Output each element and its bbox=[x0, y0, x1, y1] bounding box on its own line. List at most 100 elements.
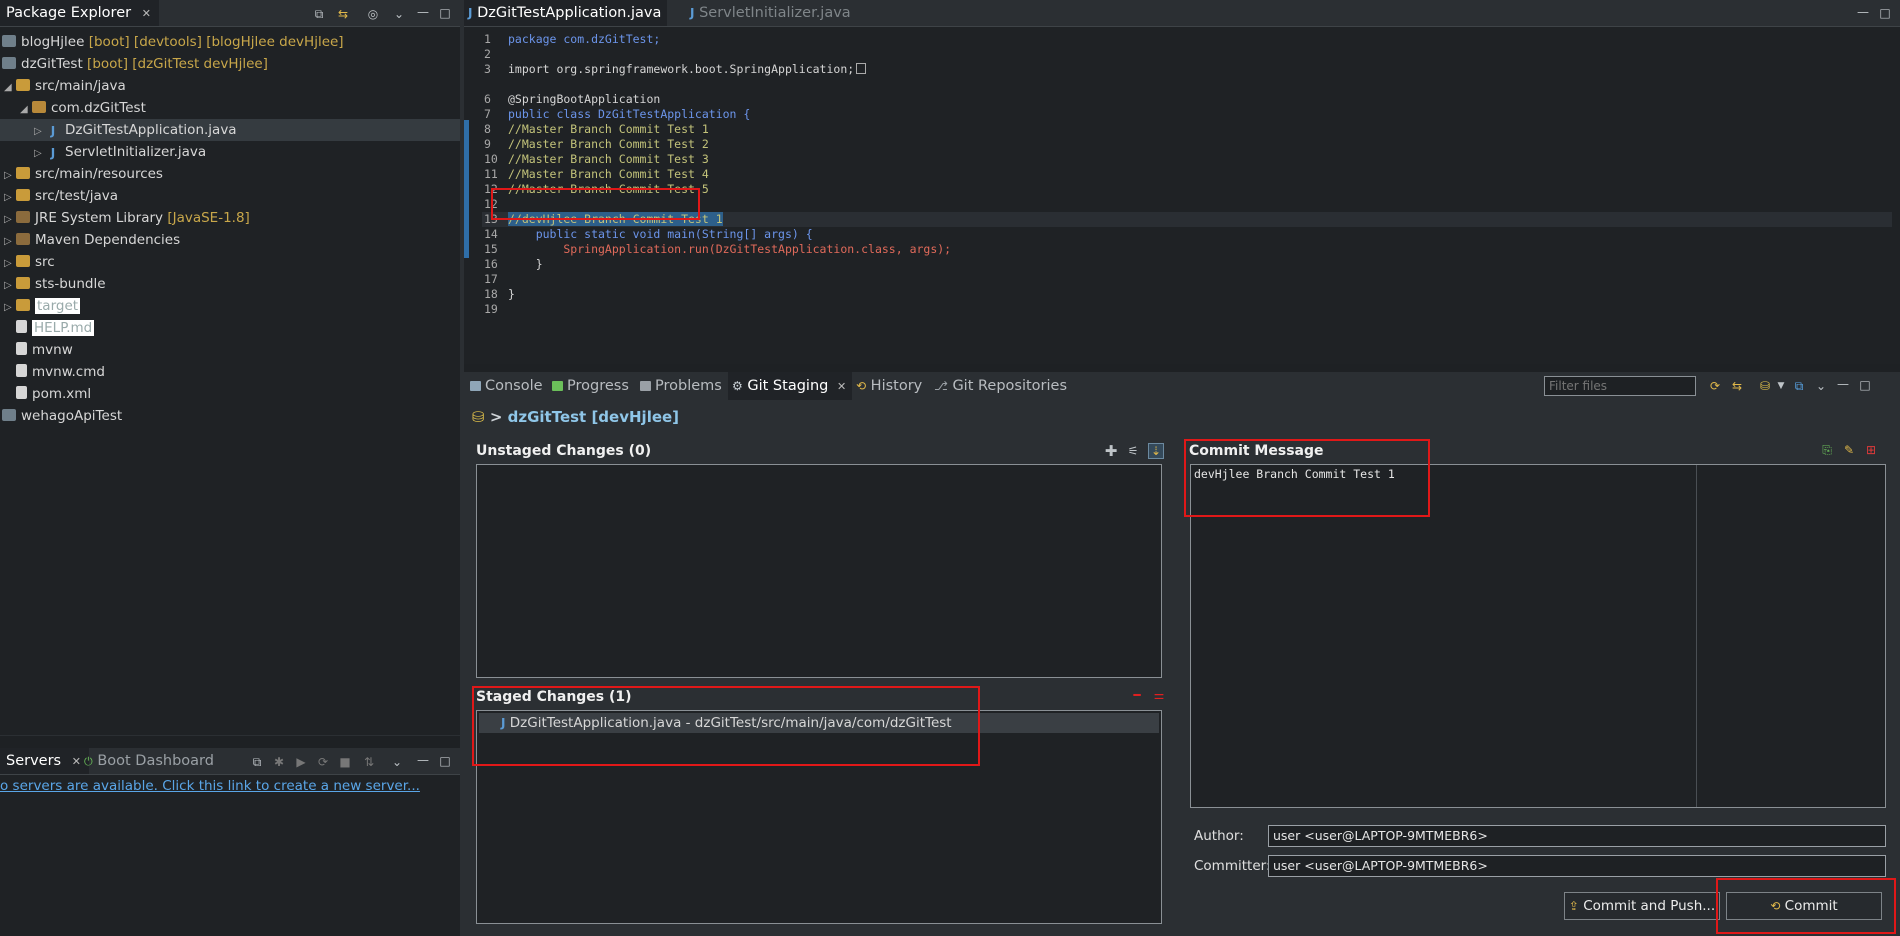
collapse-icon[interactable]: ⧉ bbox=[250, 755, 264, 769]
tab-console[interactable]: Console bbox=[470, 372, 543, 400]
minimize-icon[interactable]: — bbox=[1856, 5, 1870, 19]
view-menu-icon[interactable]: ⌄ bbox=[1814, 379, 1828, 393]
tab-problems[interactable]: Problems bbox=[640, 372, 722, 400]
tab-servletinitializer[interactable]: J ServletInitializer.java bbox=[690, 0, 851, 26]
refresh-icon[interactable]: ⟳ bbox=[1708, 379, 1722, 393]
tree-label: ServletInitializer.java bbox=[65, 144, 207, 160]
tree-decoration: [JavaSE-1.8] bbox=[167, 210, 250, 226]
repository-icon[interactable]: ⛁ bbox=[1758, 379, 1772, 393]
collapsed-arrow-icon[interactable]: ▷ bbox=[4, 165, 16, 187]
compare-mode-icon[interactable]: ⇆ bbox=[1730, 379, 1744, 393]
remove-all-icon[interactable]: ⚌ bbox=[1152, 688, 1166, 702]
committer-field[interactable]: user <user@LAPTOP-9MTMEBR6> bbox=[1268, 855, 1886, 877]
collapse-all-icon[interactable]: ⧉ bbox=[312, 7, 326, 21]
tree-item-servletinitializer[interactable]: ▷ J ServletInitializer.java bbox=[34, 141, 206, 163]
expanded-arrow-icon[interactable]: ◢ bbox=[20, 99, 32, 121]
collapsed-arrow-icon[interactable]: ▷ bbox=[4, 297, 16, 319]
tree-item-src-main-resources[interactable]: ▷ src/main/resources bbox=[4, 163, 163, 185]
code-line: 1 package com.dzGitTest; bbox=[482, 32, 660, 47]
code-line: 9 //Master Branch Commit Test 2 bbox=[482, 137, 709, 152]
unstaged-list[interactable] bbox=[476, 464, 1162, 678]
remove-icon[interactable]: ━ bbox=[1130, 688, 1144, 702]
collapsed-arrow-icon[interactable]: ▷ bbox=[34, 121, 46, 143]
maximize-icon[interactable]: □ bbox=[1878, 6, 1892, 20]
package-tree: blogHjlee [boot] [devtools] [blogHjlee d… bbox=[0, 27, 460, 735]
commit-button-highlight-box bbox=[1716, 878, 1896, 934]
expanded-arrow-icon[interactable]: ◢ bbox=[4, 77, 16, 99]
code-text: package com.dzGitTest; bbox=[508, 32, 661, 46]
tree-item-bloghjlee[interactable]: blogHjlee [boot] [devtools] [blogHjlee d… bbox=[2, 31, 344, 53]
tab-label: Problems bbox=[655, 378, 722, 394]
publish-icon[interactable]: ⇅ bbox=[362, 755, 376, 769]
tree-item-mvnw-cmd[interactable]: mvnw.cmd bbox=[16, 361, 105, 383]
commit-and-push-button[interactable]: ⇪ Commit and Push... bbox=[1564, 892, 1720, 920]
collapsed-arrow-icon[interactable]: ▷ bbox=[4, 275, 16, 297]
minimize-icon[interactable]: — bbox=[416, 5, 430, 19]
tab-git-repositories[interactable]: ⎇ Git Repositories bbox=[934, 372, 1067, 400]
bottom-views-tabbar: Console Progress Problems ⚙ Git Staging … bbox=[464, 372, 1900, 401]
tree-item-jre-system-library[interactable]: ▷ JRE System Library [JavaSE-1.8] bbox=[4, 207, 250, 229]
tree-item-wehagoapitest[interactable]: wehagoApiTest bbox=[2, 405, 122, 427]
sort-icon[interactable]: ⇣ bbox=[1148, 443, 1164, 459]
tree-item-dzgittestapplication[interactable]: ▷ J DzGitTestApplication.java bbox=[0, 119, 460, 141]
maximize-icon[interactable]: □ bbox=[438, 6, 452, 20]
tab-dzgittestapplication[interactable]: J DzGitTestApplication.java bbox=[464, 0, 668, 26]
debug-icon[interactable]: ✱ bbox=[272, 755, 286, 769]
tree-item-src[interactable]: ▷ src bbox=[4, 251, 55, 273]
close-icon[interactable]: ✕ bbox=[837, 380, 846, 393]
line-number: 9 bbox=[484, 137, 491, 151]
tab-git-staging[interactable]: ⚙ Git Staging ✕ bbox=[728, 372, 853, 400]
view-menu-icon[interactable]: ⌄ bbox=[390, 755, 404, 769]
tree-decoration: [boot] [devtools] [blogHjlee devHjlee] bbox=[88, 34, 344, 50]
add-icon[interactable]: ✚ bbox=[1104, 444, 1118, 459]
folded-import-icon[interactable] bbox=[856, 63, 867, 74]
tree-item-help-md[interactable]: HELP.md bbox=[16, 317, 95, 339]
focus-icon[interactable]: ◎ bbox=[366, 7, 380, 21]
dropdown-icon[interactable]: ▼ bbox=[1774, 379, 1788, 393]
add-all-icon[interactable]: ⚟ bbox=[1126, 444, 1140, 458]
link-selection-icon[interactable]: ⧉ bbox=[1792, 379, 1806, 393]
tree-item-com-dzgittest[interactable]: ◢ com.dzGitTest bbox=[20, 97, 146, 119]
tree-item-sts-bundle[interactable]: ▷ sts-bundle bbox=[4, 273, 106, 295]
collapsed-arrow-icon[interactable]: ▷ bbox=[4, 231, 16, 253]
change-id-icon[interactable]: ⊞ bbox=[1864, 443, 1878, 457]
minimize-icon[interactable]: — bbox=[1836, 377, 1850, 391]
unstaged-title: Unstaged Changes (0) bbox=[476, 443, 652, 459]
source-folder-icon bbox=[16, 189, 30, 201]
tree-item-src-main-java[interactable]: ◢ src/main/java bbox=[4, 75, 126, 97]
tab-progress[interactable]: Progress bbox=[552, 372, 629, 400]
create-server-link[interactable]: o servers are available. Click this link… bbox=[0, 778, 420, 794]
collapsed-arrow-icon[interactable]: ▷ bbox=[4, 209, 16, 231]
close-icon[interactable]: ✕ bbox=[72, 755, 81, 768]
code-line: 10 //Master Branch Commit Test 3 bbox=[482, 152, 709, 167]
tree-item-src-test-java[interactable]: ▷ src/test/java bbox=[4, 185, 118, 207]
tab-history[interactable]: ⟲ History bbox=[856, 372, 922, 400]
tab-servers[interactable]: Servers ✕ bbox=[0, 748, 89, 774]
link-with-editor-icon[interactable]: ⇆ bbox=[336, 7, 350, 21]
filter-files-input[interactable] bbox=[1544, 376, 1696, 396]
collapsed-arrow-icon[interactable]: ▷ bbox=[4, 187, 16, 209]
tab-package-explorer[interactable]: Package Explorer ✕ bbox=[0, 0, 159, 26]
sign-off-icon[interactable]: ⎘ bbox=[1820, 443, 1834, 457]
stop-icon[interactable]: ■ bbox=[338, 755, 352, 769]
maximize-icon[interactable]: □ bbox=[1858, 378, 1872, 392]
code-line: 14 public static void main(String[] args… bbox=[482, 227, 813, 242]
tab-boot-dashboard[interactable]: ⏻ Boot Dashboard bbox=[84, 748, 214, 774]
tree-item-dzgittest[interactable]: dzGitTest [boot] [dzGitTest devHjlee] bbox=[2, 53, 268, 75]
edit-icon[interactable]: ✎ bbox=[1842, 443, 1856, 457]
author-field[interactable]: user <user@LAPTOP-9MTMEBR6> bbox=[1268, 825, 1886, 847]
view-menu-icon[interactable]: ⌄ bbox=[392, 7, 406, 21]
tree-item-mvnw[interactable]: mvnw bbox=[16, 339, 73, 361]
close-icon[interactable]: ✕ bbox=[142, 7, 151, 20]
collapsed-arrow-icon[interactable]: ▷ bbox=[4, 253, 16, 275]
minimize-icon[interactable]: — bbox=[416, 753, 430, 767]
tree-item-pom-xml[interactable]: pom.xml bbox=[16, 383, 91, 405]
tree-item-target[interactable]: ▷ target bbox=[4, 295, 81, 319]
editor-tabbar: J DzGitTestApplication.java J ServletIni… bbox=[464, 0, 1900, 27]
tree-label: com.dzGitTest bbox=[51, 100, 146, 116]
start-icon[interactable]: ▶ bbox=[294, 755, 308, 769]
collapsed-arrow-icon[interactable]: ▷ bbox=[34, 143, 46, 165]
maximize-icon[interactable]: □ bbox=[438, 754, 452, 768]
profile-icon[interactable]: ⟳ bbox=[316, 755, 330, 769]
tree-item-maven-dependencies[interactable]: ▷ Maven Dependencies bbox=[4, 229, 180, 251]
